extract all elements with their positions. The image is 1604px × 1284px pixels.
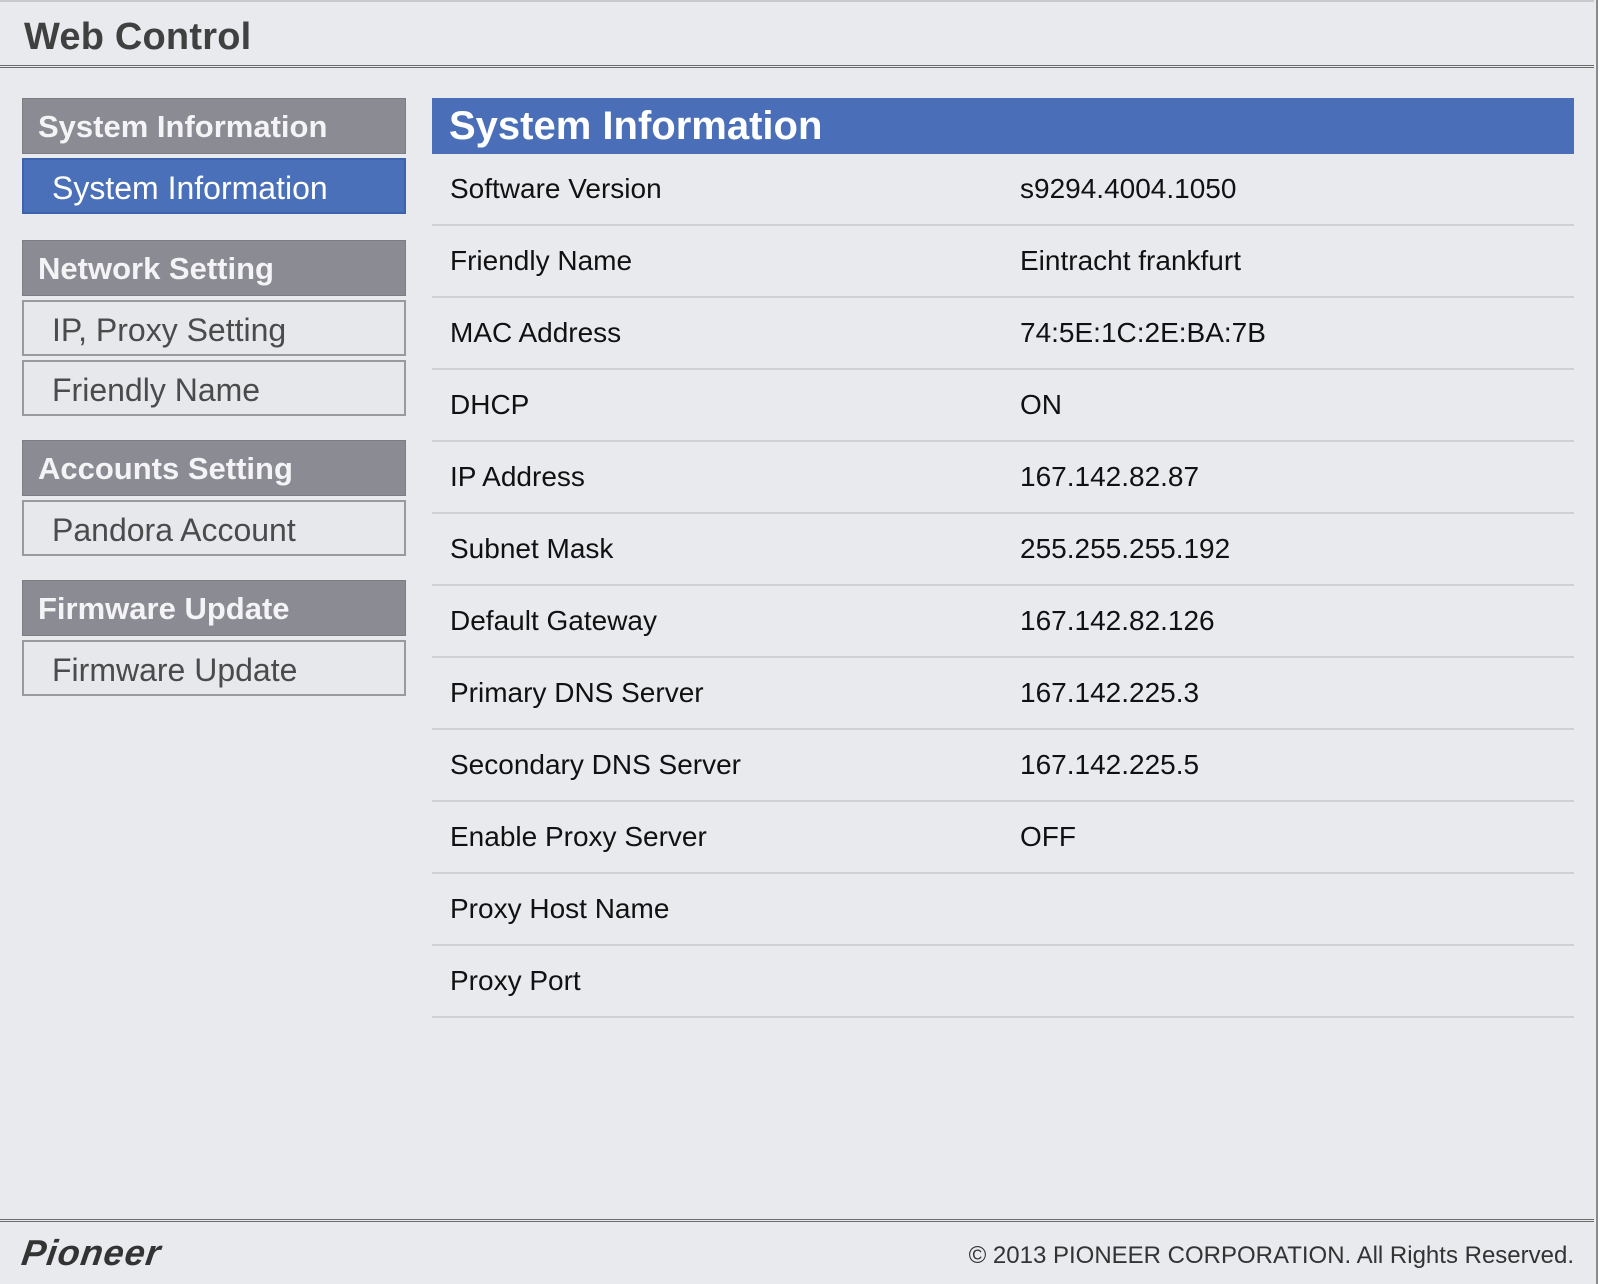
- copyright-text: © 2013 PIONEER CORPORATION. All Rights R…: [968, 1242, 1574, 1269]
- row-label: Secondary DNS Server: [450, 749, 742, 780]
- page-footer: Pioneer © 2013 PIONEER CORPORATION. All …: [0, 1219, 1594, 1284]
- sidebar-item-pandora-account[interactable]: Pandora Account: [22, 500, 406, 556]
- sidebar-item-friendly-name[interactable]: Friendly Name: [22, 360, 406, 416]
- row-label: Primary DNS Server: [450, 677, 704, 708]
- sidebar-item-ip-proxy-setting[interactable]: IP, Proxy Setting: [22, 300, 406, 356]
- table-row: Proxy Host Name: [432, 874, 1574, 946]
- nav-heading-network-setting: Network Setting: [22, 240, 406, 296]
- nav-heading-accounts-setting: Accounts Setting: [22, 440, 406, 496]
- table-row: MAC Address 74:5E:1C:2E:BA:7B: [432, 298, 1574, 370]
- table-row: Default Gateway 167.142.82.126: [432, 586, 1574, 658]
- row-value: 167.142.225.3: [1020, 677, 1200, 708]
- row-label: Default Gateway: [450, 605, 657, 636]
- row-label: Proxy Host Name: [450, 893, 670, 924]
- table-row: Subnet Mask 255.255.255.192: [432, 514, 1574, 586]
- table-row: IP Address 167.142.82.87: [432, 442, 1574, 514]
- sidebar-nav: System Information System Information Ne…: [22, 98, 406, 720]
- main-content: System Information Software Version s929…: [432, 98, 1574, 1018]
- table-row: Software Version s9294.4004.1050: [432, 154, 1574, 226]
- nav-heading-firmware-update: Firmware Update: [22, 580, 406, 636]
- row-value: 167.142.82.87: [1020, 461, 1200, 492]
- row-value: s9294.4004.1050: [1020, 173, 1237, 204]
- table-row: Proxy Port: [432, 946, 1574, 1018]
- page-title: System Information: [432, 98, 1574, 154]
- table-row: Secondary DNS Server 167.142.225.5: [432, 730, 1574, 802]
- row-value: 167.142.225.5: [1020, 749, 1200, 780]
- row-value: Eintracht frankfurt: [1020, 245, 1241, 276]
- table-row: Enable Proxy Server OFF: [432, 802, 1574, 874]
- info-table: Software Version s9294.4004.1050 Friendl…: [432, 154, 1574, 1018]
- row-label: Subnet Mask: [450, 533, 614, 564]
- sidebar-item-firmware-update[interactable]: Firmware Update: [22, 640, 406, 696]
- row-value: 255.255.255.192: [1020, 533, 1231, 564]
- row-label: Enable Proxy Server: [450, 821, 707, 852]
- app-title: Web Control: [24, 16, 252, 58]
- row-label: IP Address: [450, 461, 585, 492]
- row-value: ON: [1020, 389, 1062, 420]
- row-label: MAC Address: [450, 317, 622, 348]
- window-edge: [1596, 0, 1604, 1284]
- nav-group-system-information: System Information System Information: [22, 98, 406, 214]
- page-header: Web Control: [0, 0, 1594, 68]
- table-row: DHCP ON: [432, 370, 1574, 442]
- row-label: Software Version: [450, 173, 662, 204]
- row-value: 74:5E:1C:2E:BA:7B: [1020, 317, 1266, 348]
- nav-heading-system-information: System Information: [22, 98, 406, 154]
- pioneer-logo: Pioneer: [19, 1232, 164, 1273]
- row-label: DHCP: [450, 389, 530, 420]
- table-row: Friendly Name Eintracht frankfurt: [432, 226, 1574, 298]
- table-row: Primary DNS Server 167.142.225.3: [432, 658, 1574, 730]
- row-label: Proxy Port: [450, 965, 581, 996]
- nav-group-network-setting: Network Setting IP, Proxy Setting Friend…: [22, 240, 406, 416]
- row-value: OFF: [1020, 821, 1076, 852]
- row-value: 167.142.82.126: [1020, 605, 1215, 636]
- row-label: Friendly Name: [450, 245, 633, 276]
- sidebar-item-system-information[interactable]: System Information: [22, 158, 406, 214]
- nav-group-accounts-setting: Accounts Setting Pandora Account: [22, 440, 406, 556]
- nav-group-firmware-update: Firmware Update Firmware Update: [22, 580, 406, 696]
